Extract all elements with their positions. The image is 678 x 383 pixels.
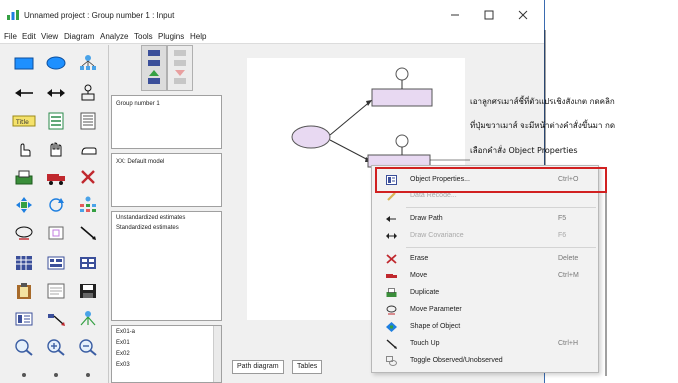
draw-covariance-icon bbox=[386, 231, 397, 241]
menu-separator bbox=[406, 207, 596, 208]
menu-separator bbox=[406, 247, 596, 248]
menu-item-toggle-observed[interactable]: Toggle Observed/Unobserved bbox=[372, 353, 600, 369]
move-parameter-icon bbox=[386, 305, 397, 315]
menu-item-duplicate[interactable]: Duplicate bbox=[372, 285, 600, 301]
menu-item-move-parameter[interactable]: Move Parameter bbox=[372, 302, 600, 318]
touch-up-icon bbox=[386, 339, 397, 349]
context-menu: Object Properties... Ctrl+O Data Recode.… bbox=[371, 165, 599, 373]
menu-item-shape-of-object[interactable]: Shape of Object bbox=[372, 319, 600, 335]
draw-path-icon bbox=[386, 214, 397, 224]
menu-item-erase[interactable]: Erase Delete bbox=[372, 251, 600, 267]
menu-item-draw-covariance[interactable]: Draw Covariance F6 bbox=[372, 228, 600, 244]
duplicate-icon bbox=[386, 288, 397, 298]
menu-item-move[interactable]: Move Ctrl+M bbox=[372, 268, 600, 284]
move-icon bbox=[386, 271, 397, 281]
highlight-box bbox=[375, 167, 607, 193]
shape-of-object-icon bbox=[386, 322, 397, 332]
erase-icon bbox=[386, 254, 397, 264]
toggle-observed-icon bbox=[386, 356, 397, 366]
menu-item-touch-up[interactable]: Touch Up Ctrl+H bbox=[372, 336, 600, 352]
menu-item-draw-path[interactable]: Draw Path F5 bbox=[372, 211, 600, 227]
